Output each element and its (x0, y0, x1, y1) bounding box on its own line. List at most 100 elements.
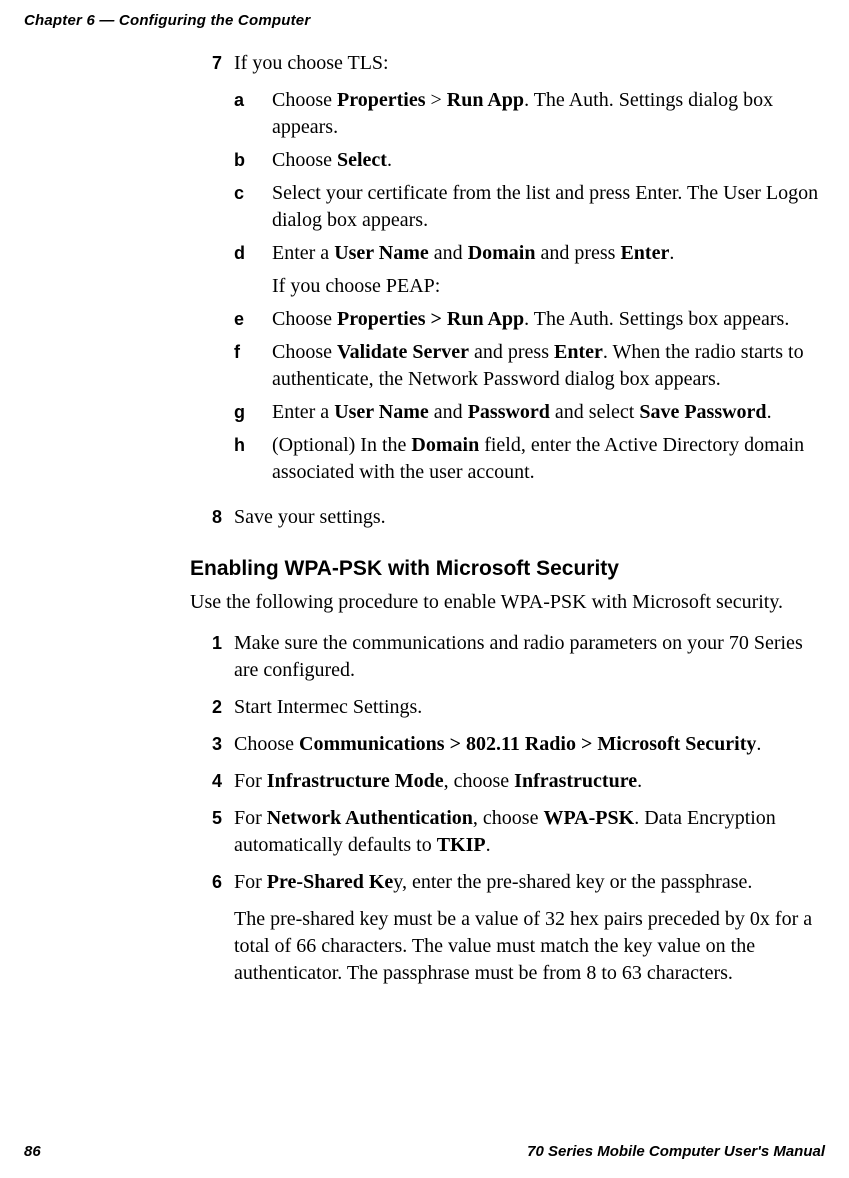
t: Choose (272, 149, 337, 171)
substep-text: (Optional) In the Domain field, enter th… (272, 432, 819, 486)
step-8: 8 Save your settings. (190, 504, 819, 531)
t: and press (469, 341, 554, 363)
bold: Select (337, 149, 387, 171)
substep-letter: g (234, 399, 272, 426)
t: (Optional) In the (272, 434, 411, 456)
substep-text: Enter a User Name and Password and selec… (272, 399, 819, 426)
substep-d: d Enter a User Name and Domain and press… (234, 240, 819, 267)
step-number: 2 (190, 694, 234, 721)
page-content: 7 If you choose TLS: a Choose Properties… (190, 50, 819, 1011)
t: For (234, 871, 267, 893)
step-text: Make sure the communications and radio p… (234, 630, 819, 684)
t: y, enter the pre-shared key or the passp… (393, 871, 752, 893)
bold: Run App (447, 89, 524, 111)
t: Choose (272, 89, 337, 111)
t: For (234, 770, 267, 792)
bold: Communications > 802.11 Radio > Microsof… (299, 733, 756, 755)
t: Enter a (272, 242, 334, 264)
t: , choose (444, 770, 515, 792)
substep-letter: c (234, 180, 272, 207)
substep-a: a Choose Properties > Run App. The Auth.… (234, 87, 819, 141)
t: For (234, 807, 267, 829)
t: . (486, 834, 491, 856)
step-text: Start Intermec Settings. (234, 694, 819, 721)
step-number: 8 (190, 504, 234, 531)
bold: WPA-PSK (543, 807, 634, 829)
t: and select (550, 401, 639, 423)
running-header: Chapter 6 — Configuring the Computer (24, 12, 310, 29)
bold: User Name (334, 401, 429, 423)
substep-letter: f (234, 339, 272, 366)
step-text: For Pre-Shared Key, enter the pre-shared… (234, 869, 819, 1001)
wpa-step-3: 3 Choose Communications > 802.11 Radio >… (190, 731, 819, 758)
step-text: Save your settings. (234, 504, 819, 531)
substep-h: h (Optional) In the Domain field, enter … (234, 432, 819, 486)
t: . (767, 401, 772, 423)
step-number: 3 (190, 731, 234, 758)
substep-letter: b (234, 147, 272, 174)
t: > (426, 89, 447, 111)
t: . (387, 149, 392, 171)
bold: Save Password (639, 401, 766, 423)
step-number: 6 (190, 869, 234, 896)
step-text: If you choose TLS: (234, 50, 819, 77)
bold: Domain (411, 434, 479, 456)
t: . (756, 733, 761, 755)
t: . The Auth. Settings box appears. (524, 308, 789, 330)
t: Choose (272, 308, 337, 330)
substep-g: g Enter a User Name and Password and sel… (234, 399, 819, 426)
t: Choose (272, 341, 337, 363)
wpa-step-6-paragraph: The pre-shared key must be a value of 32… (234, 906, 819, 987)
peap-note: If you choose PEAP: (272, 273, 819, 300)
bold: Validate Server (337, 341, 469, 363)
step-number: 1 (190, 630, 234, 657)
step-number: 5 (190, 805, 234, 832)
substep-letter: h (234, 432, 272, 459)
t: , choose (473, 807, 544, 829)
substep-letter: e (234, 306, 272, 333)
t: and (429, 401, 468, 423)
substep-text: Select your certificate from the list an… (272, 180, 819, 234)
bold: Network Authentication (267, 807, 473, 829)
wpa-step-6: 6 For Pre-Shared Key, enter the pre-shar… (190, 869, 819, 1001)
bold: Properties (337, 89, 426, 111)
t: . (637, 770, 642, 792)
section-intro: Use the following procedure to enable WP… (190, 589, 819, 616)
substep-e: e Choose Properties > Run App. The Auth.… (234, 306, 819, 333)
t: Choose (234, 733, 299, 755)
bold: Pre-Shared Ke (267, 871, 393, 893)
wpa-step-5: 5 For Network Authentication, choose WPA… (190, 805, 819, 859)
step-text: For Infrastructure Mode, choose Infrastr… (234, 768, 819, 795)
bold: Infrastructure (514, 770, 637, 792)
bold: Domain (468, 242, 536, 264)
substep-text: Choose Properties > Run App. The Auth. S… (272, 87, 819, 141)
wpa-step-1: 1 Make sure the communications and radio… (190, 630, 819, 684)
substep-text: Enter a User Name and Domain and press E… (272, 240, 819, 267)
bold: Enter (554, 341, 603, 363)
page-footer: 86 70 Series Mobile Computer User's Manu… (24, 1143, 825, 1160)
bold: Properties > Run App (337, 308, 524, 330)
wpa-step-4: 4 For Infrastructure Mode, choose Infras… (190, 768, 819, 795)
page-number: 86 (24, 1143, 41, 1160)
bold: Password (468, 401, 550, 423)
t: and (429, 242, 468, 264)
page: Chapter 6 — Configuring the Computer 7 I… (0, 0, 849, 1178)
substep-text: Choose Validate Server and press Enter. … (272, 339, 819, 393)
bold: Infrastructure Mode (267, 770, 444, 792)
bold: User Name (334, 242, 429, 264)
step-text: Choose Communications > 802.11 Radio > M… (234, 731, 819, 758)
t: Enter a (272, 401, 334, 423)
substep-c: c Select your certificate from the list … (234, 180, 819, 234)
substep-letter: d (234, 240, 272, 267)
substep-text: Choose Properties > Run App. The Auth. S… (272, 306, 819, 333)
step-number: 4 (190, 768, 234, 795)
step-text: For Network Authentication, choose WPA-P… (234, 805, 819, 859)
wpa-step-2: 2 Start Intermec Settings. (190, 694, 819, 721)
section-heading: Enabling WPA-PSK with Microsoft Security (190, 557, 819, 581)
t: and press (535, 242, 620, 264)
substep-f: f Choose Validate Server and press Enter… (234, 339, 819, 393)
t: . (669, 242, 674, 264)
bold: TKIP (437, 834, 486, 856)
bold: Enter (620, 242, 669, 264)
step-number: 7 (190, 50, 234, 77)
